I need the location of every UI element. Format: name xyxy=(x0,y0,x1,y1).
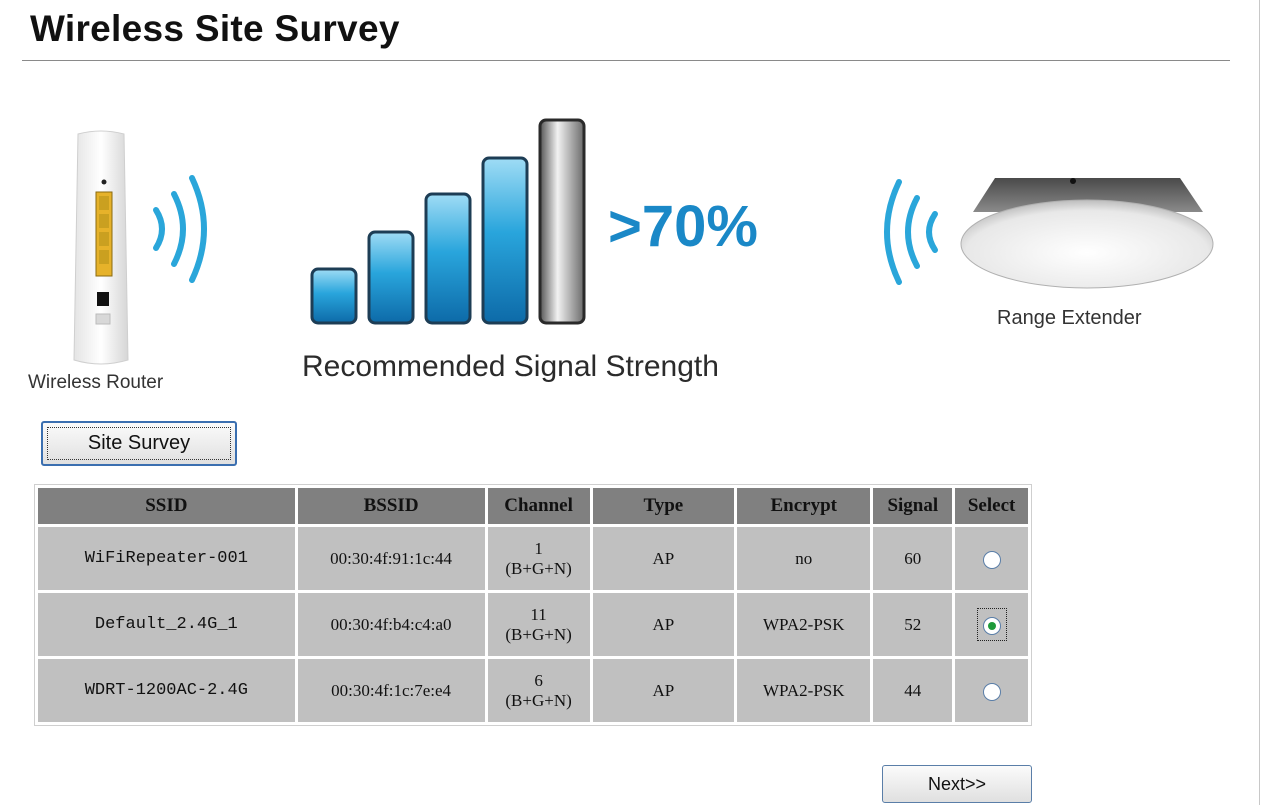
next-button[interactable]: Next>> xyxy=(882,765,1032,803)
select-radio[interactable] xyxy=(982,550,1001,569)
header-select: Select xyxy=(955,488,1028,524)
table-row: Default_2.4G_1 00:30:4f:b4:c4:a0 11 (B+G+… xyxy=(38,593,1028,656)
signal-strength-bars-icon xyxy=(310,118,586,325)
site-survey-label: Site Survey xyxy=(87,432,191,454)
header-bssid: BSSID xyxy=(297,488,485,524)
signal-percent: >70% xyxy=(608,194,758,259)
bssid-cell: 00:30:4f:1c:7e:e4 xyxy=(297,659,485,722)
bssid-cell: 00:30:4f:91:1c:44 xyxy=(297,527,485,590)
page-title: Wireless Site Survey xyxy=(30,8,400,49)
signal-cell: 60 xyxy=(873,527,953,590)
ssid-cell: Default_2.4G_1 xyxy=(38,593,295,656)
encrypt-cell: WPA2-PSK xyxy=(737,659,871,722)
select-radio[interactable] xyxy=(982,682,1001,701)
ssid-cell: WiFiRepeater-001 xyxy=(38,527,295,590)
header-type: Type xyxy=(592,488,735,524)
site-survey-button[interactable]: Site Survey xyxy=(41,421,237,466)
table-row: WDRT-1200AC-2.4G 00:30:4f:1c:7e:e4 6 (B+G… xyxy=(38,659,1028,722)
encrypt-cell: no xyxy=(737,527,871,590)
select-cell xyxy=(955,659,1028,722)
router-caption: Wireless Router xyxy=(28,372,164,393)
select-radio-checked[interactable] xyxy=(982,616,1001,635)
table-header-row: SSID BSSID Channel Type Encrypt Signal S… xyxy=(38,488,1028,524)
wireless-router-image xyxy=(73,130,129,365)
channel-cell: 6 (B+G+N) xyxy=(487,659,590,722)
type-cell: AP xyxy=(592,527,735,590)
header-channel: Channel xyxy=(487,488,590,524)
signal-caption: Recommended Signal Strength xyxy=(302,350,719,383)
channel-mode: (B+G+N) xyxy=(505,690,572,710)
channel-number: 11 xyxy=(530,604,547,624)
signal-cell: 52 xyxy=(873,593,953,656)
radio-focus-ring xyxy=(976,608,1007,641)
range-extender-image xyxy=(960,178,1214,289)
ssid-cell: WDRT-1200AC-2.4G xyxy=(38,659,295,722)
signal-cell: 44 xyxy=(873,659,953,722)
site-survey-table: SSID BSSID Channel Type Encrypt Signal S… xyxy=(34,484,1032,726)
select-cell xyxy=(955,527,1028,590)
header-ssid: SSID xyxy=(38,488,295,524)
channel-cell: 1 (B+G+N) xyxy=(487,527,590,590)
title-divider xyxy=(22,60,1230,61)
header-signal: Signal xyxy=(873,488,953,524)
channel-number: 1 xyxy=(534,538,543,558)
table-row: WiFiRepeater-001 00:30:4f:91:1c:44 1 (B+G… xyxy=(38,527,1028,590)
extender-signal-waves-icon xyxy=(884,179,938,285)
channel-mode: (B+G+N) xyxy=(505,558,572,578)
type-cell: AP xyxy=(592,659,735,722)
router-signal-waves-icon xyxy=(153,175,207,283)
encrypt-cell: WPA2-PSK xyxy=(737,593,871,656)
channel-number: 6 xyxy=(534,670,543,690)
bssid-cell: 00:30:4f:b4:c4:a0 xyxy=(297,593,485,656)
select-cell xyxy=(955,593,1028,656)
type-cell: AP xyxy=(592,593,735,656)
channel-mode: (B+G+N) xyxy=(505,624,572,644)
channel-cell: 11 (B+G+N) xyxy=(487,593,590,656)
page-border xyxy=(1259,0,1260,805)
extender-caption: Range Extender xyxy=(997,307,1142,329)
header-encrypt: Encrypt xyxy=(737,488,871,524)
